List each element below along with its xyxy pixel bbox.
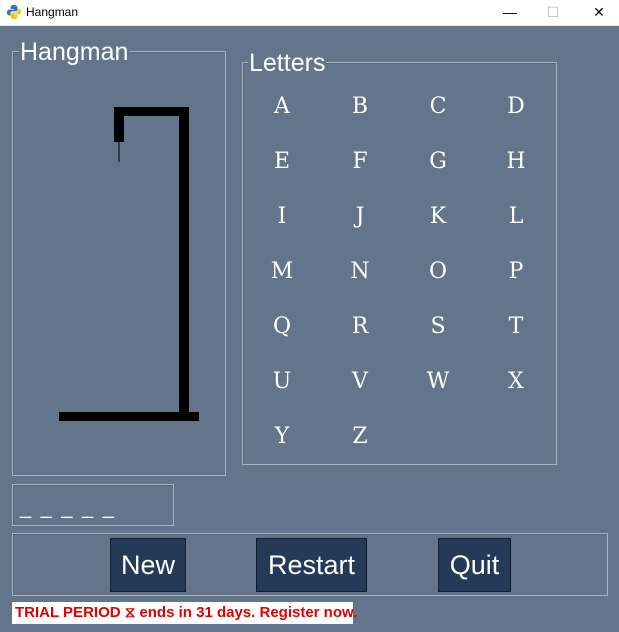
letter-button-w[interactable]: W (418, 370, 458, 394)
letter-button-a[interactable]: A (262, 95, 302, 119)
letter-button-k[interactable]: K (418, 205, 458, 229)
letter-button-j[interactable]: J (340, 205, 380, 229)
letter-button-n[interactable]: N (340, 260, 380, 284)
letter-button-b[interactable]: B (340, 95, 380, 119)
letter-button-c[interactable]: C (418, 95, 458, 119)
restart-button[interactable]: Restart (256, 538, 367, 592)
gallows-hook (114, 107, 124, 142)
word-display: _ _ _ _ _ (20, 497, 116, 519)
letter-button-l[interactable]: L (496, 205, 536, 229)
gallows-base (59, 412, 199, 421)
letter-button-i[interactable]: I (262, 205, 302, 229)
letters-panel-label: Letters (248, 49, 327, 77)
letter-button-z[interactable]: Z (340, 425, 380, 449)
letter-button-m[interactable]: M (262, 260, 302, 284)
letter-button-r[interactable]: R (340, 315, 380, 339)
letter-button-u[interactable]: U (262, 370, 302, 394)
quit-button[interactable]: Quit (438, 538, 511, 592)
letter-button-d[interactable]: D (496, 95, 536, 119)
letter-button-s[interactable]: S (418, 315, 458, 339)
trial-notice[interactable]: TRIAL PERIOD ⧖ ends in 31 days. Register… (12, 602, 357, 624)
new-button[interactable]: New (110, 538, 186, 592)
letter-button-t[interactable]: T (496, 315, 536, 339)
letter-button-h[interactable]: H (496, 150, 536, 174)
letter-button-v[interactable]: V (340, 370, 380, 394)
letter-button-g[interactable]: G (418, 150, 458, 174)
letter-button-f[interactable]: F (340, 150, 380, 174)
letter-button-o[interactable]: O (418, 260, 458, 284)
letter-button-y[interactable]: Y (262, 425, 302, 449)
letter-button-p[interactable]: P (496, 260, 536, 284)
letter-button-q[interactable]: Q (262, 315, 302, 339)
letter-button-x[interactable]: X (496, 370, 536, 394)
gallows-beam (114, 107, 189, 116)
letter-button-e[interactable]: E (262, 150, 302, 174)
gallows-post (179, 107, 189, 416)
